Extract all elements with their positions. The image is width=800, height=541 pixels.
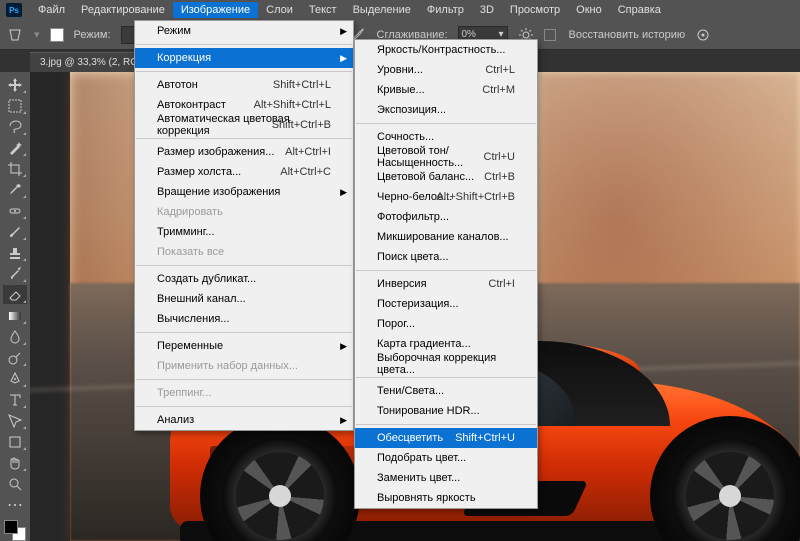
menu-image[interactable]: Изображение (173, 2, 258, 18)
adj-levels[interactable]: Уровни...Ctrl+L (355, 60, 537, 80)
adj-match-color[interactable]: Подобрать цвет... (355, 448, 537, 468)
menu-image-size[interactable]: Размер изображения...Alt+Ctrl+I (135, 142, 353, 162)
wand-tool[interactable] (3, 138, 27, 157)
heal-tool[interactable] (3, 201, 27, 220)
adj-vibrance[interactable]: Сочность... (355, 127, 537, 147)
move-tool[interactable] (3, 75, 27, 94)
marquee-tool[interactable] (3, 96, 27, 115)
adj-black-white[interactable]: Черно-белое...Alt+Shift+Ctrl+B (355, 187, 537, 207)
adj-hdr-toning[interactable]: Тонирование HDR... (355, 401, 537, 421)
menu-analysis[interactable]: Анализ▶ (135, 410, 353, 430)
adj-color-balance[interactable]: Цветовой баланс...Ctrl+B (355, 167, 537, 187)
adj-invert[interactable]: ИнверсияCtrl+I (355, 274, 537, 294)
crop-tool[interactable] (3, 159, 27, 178)
tools-panel: ⋯ (0, 72, 30, 541)
eyedropper-tool[interactable] (3, 180, 27, 199)
adj-curves[interactable]: Кривые...Ctrl+M (355, 80, 537, 100)
color-swatch[interactable] (50, 28, 64, 42)
menu-rotation[interactable]: Вращение изображения▶ (135, 182, 353, 202)
tool-preset-icon[interactable] (8, 27, 24, 43)
menu-crop: Кадрировать (135, 202, 353, 222)
blur-tool[interactable] (3, 327, 27, 346)
menu-edit[interactable]: Редактирование (73, 2, 173, 18)
adj-selective-color[interactable]: Выборочная коррекция цвета... (355, 354, 537, 374)
lasso-tool[interactable] (3, 117, 27, 136)
adj-brightness-contrast[interactable]: Яркость/Контрастность... (355, 40, 537, 60)
menu-calculations[interactable]: Вычисления... (135, 309, 353, 329)
menu-file[interactable]: Файл (30, 2, 73, 18)
menu-trim[interactable]: Тримминг... (135, 222, 353, 242)
menu-select[interactable]: Выделение (345, 2, 419, 18)
menu-adjustments[interactable]: Коррекция▶ (135, 48, 353, 68)
hand-tool[interactable] (3, 453, 27, 472)
menu-canvas-size[interactable]: Размер холста...Alt+Ctrl+C (135, 162, 353, 182)
restore-checkbox[interactable] (544, 29, 556, 41)
image-menu-dropdown: Режим▶ Коррекция▶ АвтотонShift+Ctrl+L Ав… (134, 20, 354, 431)
adj-desaturate[interactable]: ОбесцветитьShift+Ctrl+U (355, 428, 537, 448)
pen-tool[interactable] (3, 369, 27, 388)
dodge-tool[interactable] (3, 348, 27, 367)
menu-mode[interactable]: Режим▶ (135, 21, 353, 41)
menu-auto-contrast[interactable]: АвтоконтрастAlt+Shift+Ctrl+L (135, 95, 353, 115)
menu-auto-tone[interactable]: АвтотонShift+Ctrl+L (135, 75, 353, 95)
menu-duplicate[interactable]: Создать дубликат... (135, 269, 353, 289)
menu-apply-dataset: Применить набор данных... (135, 356, 353, 376)
menubar: Ps Файл Редактирование Изображение Слои … (0, 0, 800, 20)
adj-threshold[interactable]: Порог... (355, 314, 537, 334)
zoom-tool[interactable] (3, 474, 27, 493)
menu-filter[interactable]: Фильтр (419, 2, 472, 18)
color-swatches[interactable] (4, 520, 26, 541)
menu-auto-color[interactable]: Автоматическая цветовая коррекцияShift+C… (135, 115, 353, 135)
target-icon[interactable] (695, 27, 711, 43)
menu-type[interactable]: Текст (301, 2, 345, 18)
menu-help[interactable]: Справка (610, 2, 669, 18)
adj-replace-color[interactable]: Заменить цвет... (355, 468, 537, 488)
adj-exposure[interactable]: Экспозиция... (355, 100, 537, 120)
adj-equalize[interactable]: Выровнять яркость (355, 488, 537, 508)
menu-layers[interactable]: Слои (258, 2, 301, 18)
menu-variables[interactable]: Переменные▶ (135, 336, 353, 356)
eraser-tool[interactable] (3, 285, 27, 304)
path-tool[interactable] (3, 411, 27, 430)
adj-posterize[interactable]: Постеризация... (355, 294, 537, 314)
stamp-tool[interactable] (3, 243, 27, 262)
menu-view[interactable]: Просмотр (502, 2, 568, 18)
mode-label: Режим: (74, 29, 111, 41)
menu-trap: Треппинг... (135, 383, 353, 403)
adj-shadows-highlights[interactable]: Тени/Света... (355, 381, 537, 401)
adj-gradient-map[interactable]: Карта градиента... (355, 334, 537, 354)
history-brush-tool[interactable] (3, 264, 27, 283)
app-logo: Ps (6, 3, 22, 17)
shape-tool[interactable] (3, 432, 27, 451)
restore-label: Восстановить историю (569, 29, 686, 41)
gradient-tool[interactable] (3, 306, 27, 325)
brush-tool[interactable] (3, 222, 27, 241)
menu-window[interactable]: Окно (568, 2, 610, 18)
adj-photo-filter[interactable]: Фотофильтр... (355, 207, 537, 227)
menu-apply-image[interactable]: Внешний канал... (135, 289, 353, 309)
more-tools[interactable]: ⋯ (3, 495, 27, 515)
adj-channel-mixer[interactable]: Микширование каналов... (355, 227, 537, 247)
menu-reveal-all: Показать все (135, 242, 353, 262)
adj-hue-sat[interactable]: Цветовой тон/Насыщенность...Ctrl+U (355, 147, 537, 167)
adj-color-lookup[interactable]: Поиск цвета... (355, 247, 537, 267)
adjustments-submenu: Яркость/Контрастность... Уровни...Ctrl+L… (354, 39, 538, 509)
menu-3d[interactable]: 3D (472, 2, 502, 18)
type-tool[interactable] (3, 390, 27, 409)
